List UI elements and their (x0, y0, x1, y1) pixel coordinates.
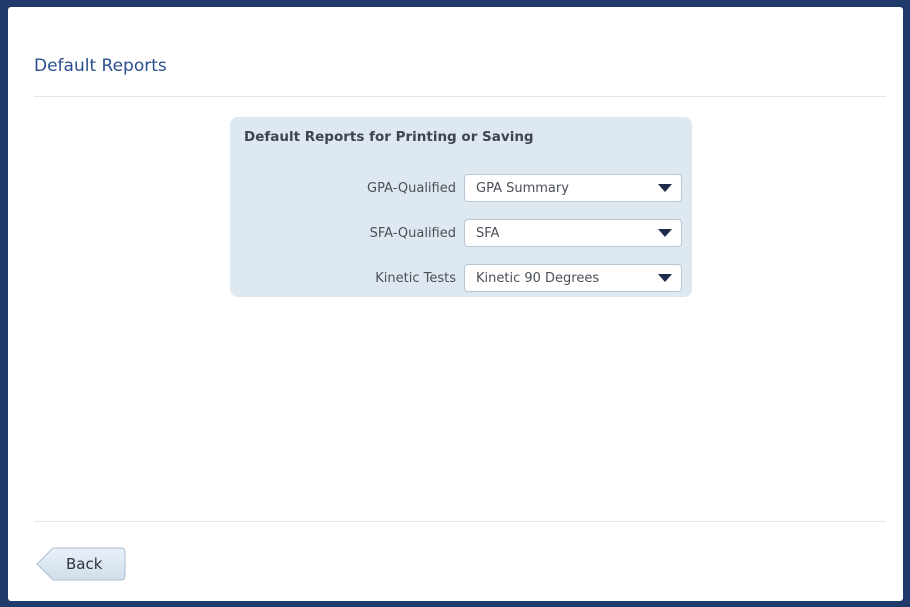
page-title: Default Reports (34, 56, 167, 76)
kinetic-tests-select[interactable]: Kinetic 90 Degrees (464, 264, 682, 292)
gpa-qualified-label: GPA-Qualified (367, 181, 456, 196)
gpa-qualified-value: GPA Summary (476, 181, 569, 196)
footer-divider (34, 521, 886, 522)
caret-down-icon (658, 229, 672, 237)
caret-down-icon (658, 184, 672, 192)
header-divider (34, 96, 886, 97)
sfa-qualified-value: SFA (476, 226, 500, 241)
default-reports-panel: Default Reports for Printing or Saving G… (230, 117, 692, 297)
back-button[interactable]: Back (36, 547, 126, 581)
sfa-qualified-select[interactable]: SFA (464, 219, 682, 247)
sfa-qualified-row: SFA-Qualified SFA (230, 219, 692, 249)
gpa-qualified-select[interactable]: GPA Summary (464, 174, 682, 202)
sfa-qualified-label: SFA-Qualified (369, 226, 456, 241)
caret-down-icon (658, 274, 672, 282)
kinetic-tests-value: Kinetic 90 Degrees (476, 271, 600, 286)
app-window: Default Reports Default Reports for Prin… (8, 7, 903, 601)
panel-title: Default Reports for Printing or Saving (244, 129, 534, 145)
back-button-label: Back (66, 555, 103, 573)
kinetic-tests-label: Kinetic Tests (375, 271, 456, 286)
gpa-qualified-row: GPA-Qualified GPA Summary (230, 174, 692, 204)
kinetic-tests-row: Kinetic Tests Kinetic 90 Degrees (230, 264, 692, 294)
